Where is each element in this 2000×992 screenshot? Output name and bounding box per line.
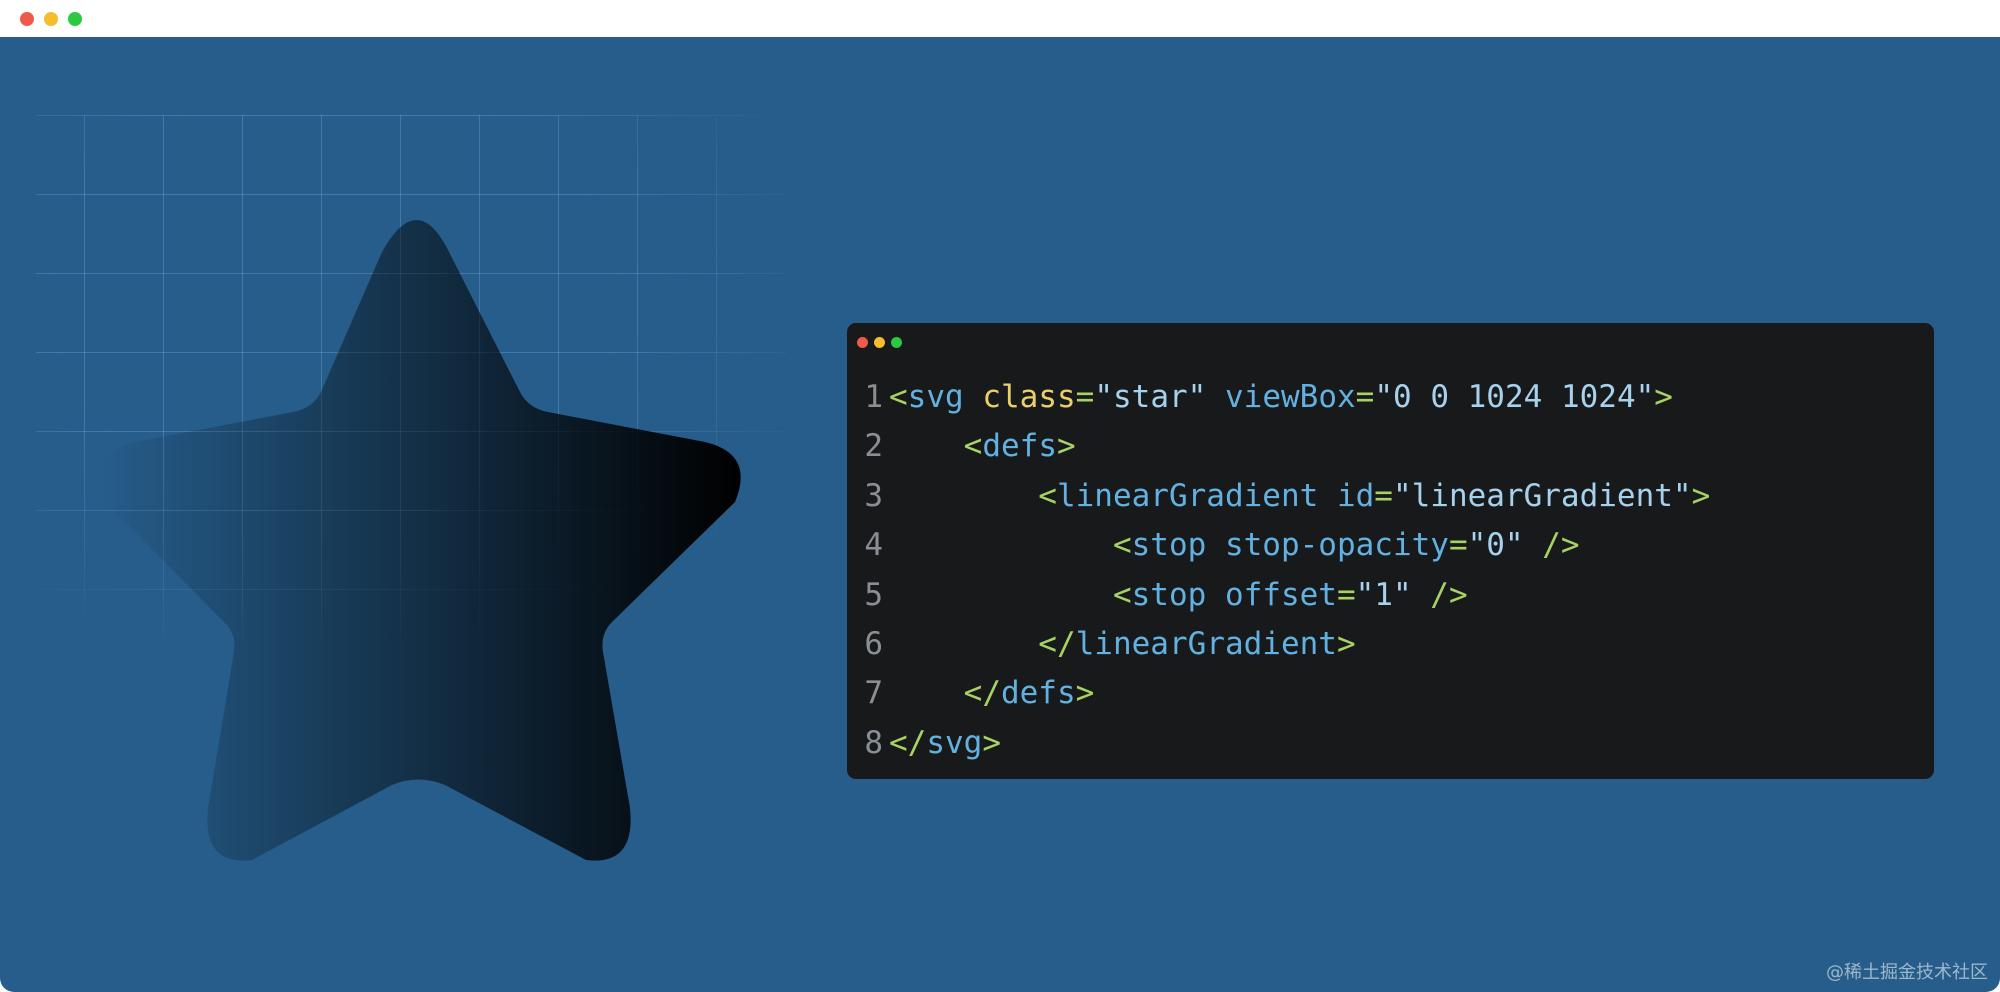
code-token: "1" [1355, 576, 1412, 613]
star-shape [100, 220, 741, 861]
code-token: id [1336, 477, 1375, 514]
code-line: 2 <defs> [847, 422, 1934, 471]
browser-window: 1 <svg class="star" viewBox="0 0 1024 102… [0, 0, 2000, 992]
code-token: /> [1411, 576, 1468, 613]
code-line: 3 <linearGradient id="linearGradient"> [847, 472, 1934, 521]
code-token: viewBox [1225, 379, 1356, 415]
code-token: </ [889, 625, 1076, 662]
code-token: < [889, 379, 908, 415]
code-line: 8 </svg> [847, 719, 1934, 768]
code-token: svg [926, 724, 983, 761]
code-window-dot-green [891, 337, 902, 348]
zoom-window-button[interactable] [68, 12, 82, 26]
line-number: 8 [864, 724, 883, 761]
code-token: stop [1131, 527, 1207, 564]
code-token: < [889, 428, 983, 465]
gradient-star-illustration [100, 220, 741, 861]
code-snippet-window: 1 <svg class="star" viewBox="0 0 1024 102… [847, 323, 1934, 779]
line-number: 7 [864, 675, 883, 712]
code-token: = [1374, 477, 1393, 514]
code-text: </linearGradient> [889, 620, 1356, 669]
code-text: </defs> [889, 669, 1095, 718]
code-token: = [1355, 379, 1375, 415]
code-token: = [1075, 379, 1095, 415]
line-number: 6 [864, 625, 883, 662]
code-token: > [982, 724, 1001, 761]
code-token: stop-opacity [1224, 527, 1449, 564]
code-token: "star" [1094, 379, 1207, 415]
title-bar [0, 0, 2000, 37]
code-window-dot-red [857, 337, 868, 348]
line-number: 3 [864, 477, 883, 514]
code-text: <stop stop-opacity="0" /> [889, 521, 1580, 570]
code-text: <stop offset="1" /> [889, 571, 1468, 620]
code-token: class [982, 379, 1076, 415]
close-window-button[interactable] [20, 12, 34, 26]
code-token: "0 0 1024 1024" [1374, 379, 1655, 415]
code-token: stop [1131, 576, 1207, 613]
code-line: 7 </defs> [847, 669, 1934, 718]
code-token: > [1336, 625, 1356, 662]
code-window-dot-yellow [874, 337, 885, 348]
code-block: 1 <svg class="star" viewBox="0 0 1024 102… [847, 373, 1934, 768]
line-number: 1 [864, 379, 883, 415]
code-token: < [889, 527, 1132, 564]
code-token: linearGradient [1056, 477, 1319, 514]
code-token: > [1654, 379, 1673, 415]
code-token: /> [1523, 527, 1580, 564]
code-token: > [1691, 477, 1711, 514]
line-number: 2 [864, 428, 883, 465]
code-token: > [1056, 428, 1076, 465]
code-token: > [1075, 675, 1095, 712]
code-token: "0" [1467, 527, 1524, 564]
code-text: <defs> [889, 422, 1076, 471]
code-token: "linearGradient" [1392, 477, 1692, 514]
code-line: 4 <stop stop-opacity="0" /> [847, 521, 1934, 570]
code-text: </svg> [889, 719, 1001, 768]
code-line: 6 </linearGradient> [847, 620, 1934, 669]
code-token: < [889, 576, 1132, 613]
line-number: 4 [864, 527, 883, 564]
code-line: 1 <svg class="star" viewBox="0 0 1024 102… [847, 373, 1934, 422]
canvas-area: 1 <svg class="star" viewBox="0 0 1024 102… [0, 37, 2000, 992]
code-text: <svg class="star" viewBox="0 0 1024 1024… [889, 373, 1673, 422]
code-line: 5 <stop offset="1" /> [847, 571, 1934, 620]
code-text: <linearGradient id="linearGradient"> [889, 472, 1710, 521]
minimize-window-button[interactable] [44, 12, 58, 26]
code-token: = [1336, 576, 1356, 613]
line-number: 5 [864, 576, 883, 613]
code-token: defs [982, 428, 1057, 465]
code-token: < [889, 477, 1057, 514]
code-token: </ [889, 675, 1001, 712]
code-token: defs [1000, 675, 1076, 712]
code-token: offset [1224, 576, 1337, 613]
code-token: </ [889, 724, 927, 761]
code-token: linearGradient [1075, 625, 1337, 662]
watermark: @稀土掘金技术社区 [1826, 962, 1988, 983]
code-token: svg [907, 379, 964, 415]
code-token: = [1448, 527, 1468, 564]
